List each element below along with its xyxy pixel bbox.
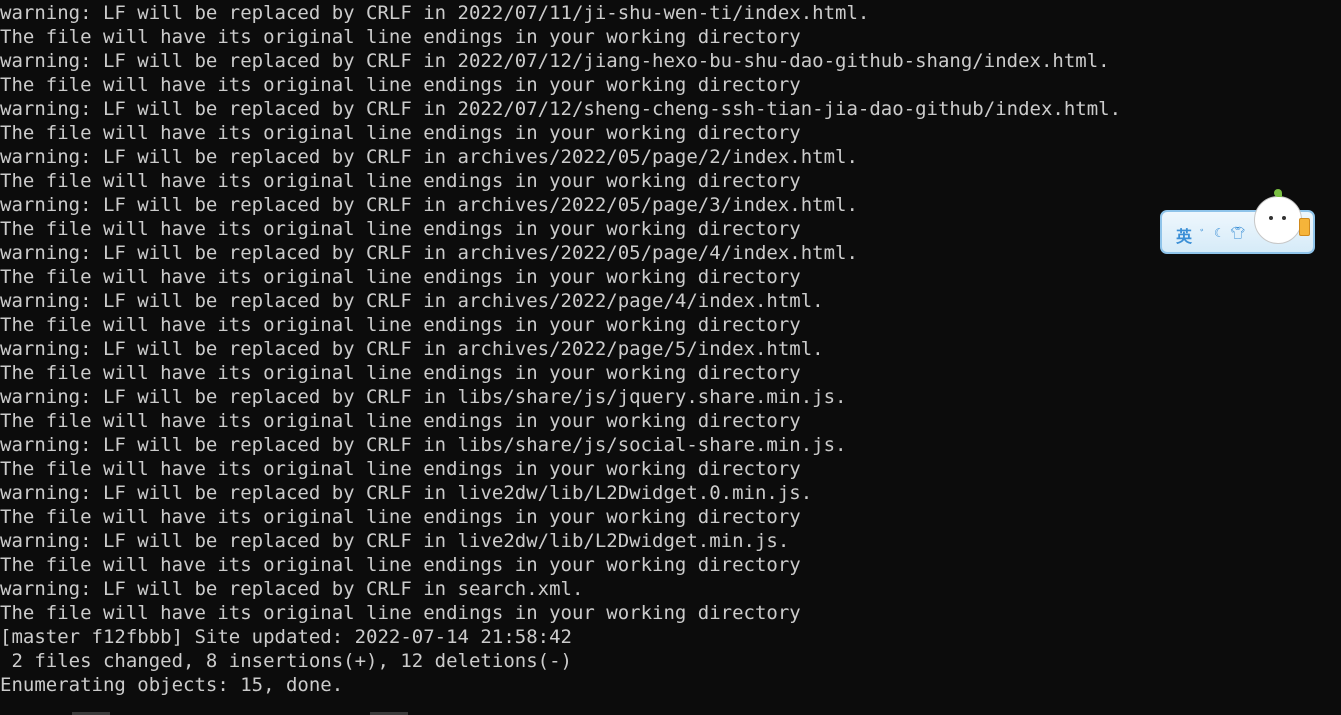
terminal-line: warning: LF will be replaced by CRLF in … xyxy=(0,98,1122,120)
terminal-line: The file will have its original line end… xyxy=(0,458,801,480)
terminal-line: The file will have its original line end… xyxy=(0,410,801,432)
terminal-line: warning: LF will be replaced by CRLF in … xyxy=(0,434,847,456)
punctuation-icon[interactable]: ﾞ xyxy=(1200,226,1206,243)
terminal-scroll-edge xyxy=(0,708,1341,715)
terminal-line: warning: LF will be replaced by CRLF in … xyxy=(0,578,584,600)
shirt-icon[interactable]: 👕︎ xyxy=(1230,226,1245,240)
terminal-line: Enumerating objects: 15, done. xyxy=(0,674,344,696)
terminal-line: The file will have its original line end… xyxy=(0,362,801,384)
terminal-line: The file will have its original line end… xyxy=(0,266,801,288)
phone-icon[interactable] xyxy=(1299,218,1310,236)
terminal-line: The file will have its original line end… xyxy=(0,554,801,576)
terminal-line: warning: LF will be replaced by CRLF in … xyxy=(0,194,858,216)
mascot-icon[interactable] xyxy=(1254,189,1302,244)
terminal-line: The file will have its original line end… xyxy=(0,602,801,624)
terminal-line: warning: LF will be replaced by CRLF in … xyxy=(0,290,824,312)
terminal-window[interactable]: warning: LF will be replaced by CRLF in … xyxy=(0,0,1341,715)
terminal-line: The file will have its original line end… xyxy=(0,170,801,192)
terminal-line: warning: LF will be replaced by CRLF in … xyxy=(0,50,1110,72)
terminal-output: warning: LF will be replaced by CRLF in … xyxy=(0,1,1341,697)
moon-icon[interactable]: ☾ xyxy=(1214,226,1225,240)
ime-toolbar[interactable]: 英 ﾞ ☾ 👕︎ xyxy=(1160,189,1315,254)
terminal-line: warning: LF will be replaced by CRLF in … xyxy=(0,338,824,360)
terminal-line: The file will have its original line end… xyxy=(0,26,801,48)
terminal-line: warning: LF will be replaced by CRLF in … xyxy=(0,386,847,408)
mascot-eye xyxy=(1282,216,1286,220)
terminal-line: The file will have its original line end… xyxy=(0,506,801,528)
ime-language-toggle[interactable]: 英 xyxy=(1176,223,1192,247)
mascot-eye xyxy=(1269,216,1273,220)
terminal-line: The file will have its original line end… xyxy=(0,74,801,96)
terminal-line: The file will have its original line end… xyxy=(0,122,801,144)
terminal-line: warning: LF will be replaced by CRLF in … xyxy=(0,2,870,24)
terminal-line: The file will have its original line end… xyxy=(0,314,801,336)
terminal-line: warning: LF will be replaced by CRLF in … xyxy=(0,530,790,552)
terminal-line: warning: LF will be replaced by CRLF in … xyxy=(0,146,858,168)
sprout-icon xyxy=(1274,189,1282,197)
terminal-line: warning: LF will be replaced by CRLF in … xyxy=(0,242,858,264)
terminal-line: [master f12fbbb] Site updated: 2022-07-1… xyxy=(0,626,572,648)
terminal-line: The file will have its original line end… xyxy=(0,218,801,240)
terminal-line: 2 files changed, 8 insertions(+), 12 del… xyxy=(0,650,572,672)
terminal-line: warning: LF will be replaced by CRLF in … xyxy=(0,482,813,504)
